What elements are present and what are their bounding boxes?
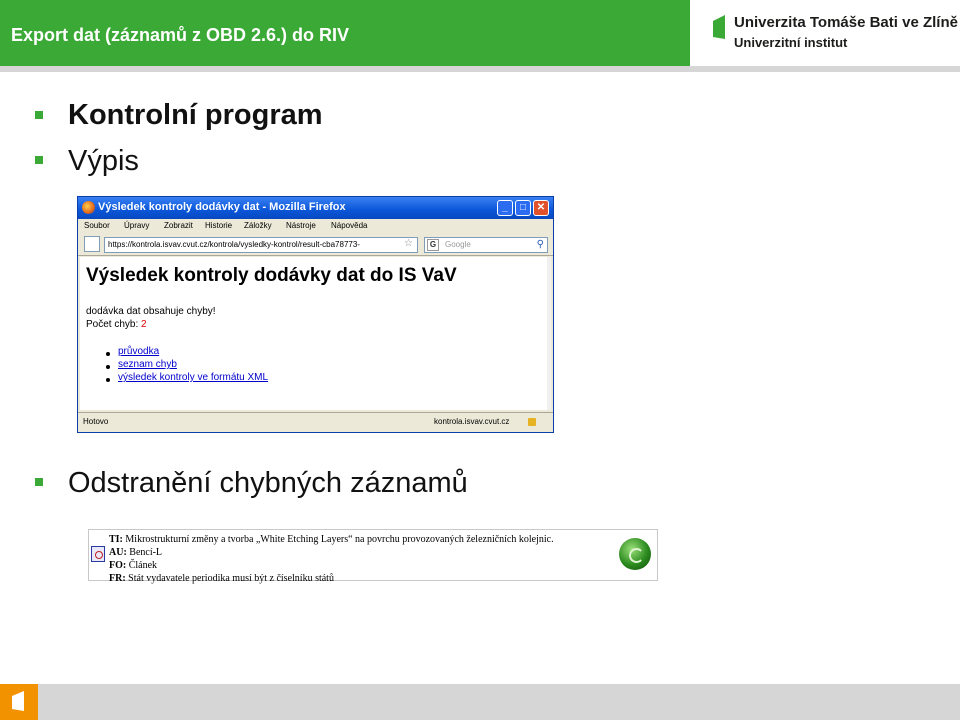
logo-institute-name: Univerzitní institut [734,35,848,50]
status-text: Hotovo [83,417,109,426]
lock-icon [528,418,536,426]
error-count-label: Počet chyb: [86,319,139,330]
bullet-remove-records: Odstranění chybných záznamů [68,467,468,499]
bullet-marker [35,156,43,164]
record-row: AU: Bencí-L [109,547,162,558]
list-bullet [106,352,110,356]
logo-university-name: Univerzita Tomáše Bati ve Zlíně [734,14,958,31]
firefox-window-screenshot: Výsledek kontroly dodávky dat - Mozilla … [77,196,554,433]
link-pruvodka[interactable]: průvodka [118,346,159,357]
navigation-bar: https://kontrola.isvav.cvut.cz/kontrola/… [78,234,553,256]
record-row: FO: Článek [109,560,157,571]
record-key: FR: [109,573,126,584]
link-xml-result[interactable]: výsledek kontroly ve formátu XML [118,372,268,383]
error-count-row: Počet chyb: 2 [86,319,147,330]
status-domain: kontrola.isvav.cvut.cz [434,417,510,426]
google-icon: G [427,239,439,251]
menu-zalozky[interactable]: Záložky [244,221,272,230]
address-bar[interactable]: https://kontrola.isvav.cvut.cz/kontrola/… [104,237,418,253]
menu-napoveda[interactable]: Nápověda [331,221,367,230]
bullet-listing: Výpis [68,145,139,177]
scrollbar[interactable] [547,257,551,410]
header-divider [0,66,960,72]
menu-zobrazit[interactable]: Zobrazit [164,221,193,230]
footer-band [0,684,960,720]
bullet-marker [35,478,43,486]
globe-icon[interactable] [619,538,651,570]
menu-bar: Soubor Úpravy Zobrazit Historie Záložky … [78,219,553,233]
page-icon[interactable] [84,236,100,252]
status-bar: Hotovo kontrola.isvav.cvut.cz [78,412,553,432]
record-key: TI: [109,534,123,545]
record-row: FR: Stát vydavatele periodika musí být z… [109,573,334,584]
link-seznam-chyb[interactable]: seznam chyb [118,359,177,370]
bullet-control-program: Kontrolní program [68,99,323,131]
menu-nastroje[interactable]: Nástroje [286,221,316,230]
menu-upravy[interactable]: Úpravy [124,221,149,230]
record-key: FO: [109,560,127,571]
result-heading: Výsledek kontroly dodávky dat do IS VaV [86,265,457,286]
search-box[interactable]: G Google ⚲ [424,237,548,253]
page-content: Výsledek kontroly dodávky dat do IS VaV … [80,257,551,410]
window-title: Výsledek kontroly dodávky dat - Mozilla … [98,201,346,213]
list-bullet [106,365,110,369]
header-band: Export dat (záznamů z OBD 2.6.) do RIV [0,0,690,66]
footer-logo [0,684,38,720]
window-titlebar: Výsledek kontroly dodávky dat - Mozilla … [78,197,553,219]
record-edit-icon[interactable] [91,546,105,562]
menu-historie[interactable]: Historie [205,221,232,230]
record-row: TI: Mikrostrukturní změny a tvorba „Whit… [109,534,554,545]
search-placeholder: Google [445,240,471,249]
record-value: Stát vydavatele periodika musí být z čís… [128,573,334,584]
record-value: Mikrostrukturní změny a tvorba „White Et… [125,534,554,545]
record-key: AU: [109,547,127,558]
search-icon[interactable]: ⚲ [537,238,544,252]
error-count-value: 2 [141,319,147,330]
record-value: Článek [128,560,158,571]
error-message: dodávka dat obsahuje chyby! [86,306,216,317]
bullet-marker [35,111,43,119]
close-icon[interactable]: ✕ [533,200,549,216]
utb-logo-icon [713,15,725,39]
menu-soubor[interactable]: Soubor [84,221,110,230]
firefox-icon [82,201,95,214]
bookmark-star-icon[interactable]: ☆ [404,238,413,249]
record-value: Bencí-L [129,547,163,558]
record-detail-strip: TI: Mikrostrukturní změny a tvorba „Whit… [88,529,658,584]
minimize-icon[interactable]: _ [497,200,513,216]
slide-title: Export dat (záznamů z OBD 2.6.) do RIV [11,25,350,45]
maximize-icon[interactable]: □ [515,200,531,216]
footer-logo-icon [12,691,24,711]
list-bullet [106,378,110,382]
university-logo: Univerzita Tomáše Bati ve Zlíně Univerzi… [690,0,960,66]
